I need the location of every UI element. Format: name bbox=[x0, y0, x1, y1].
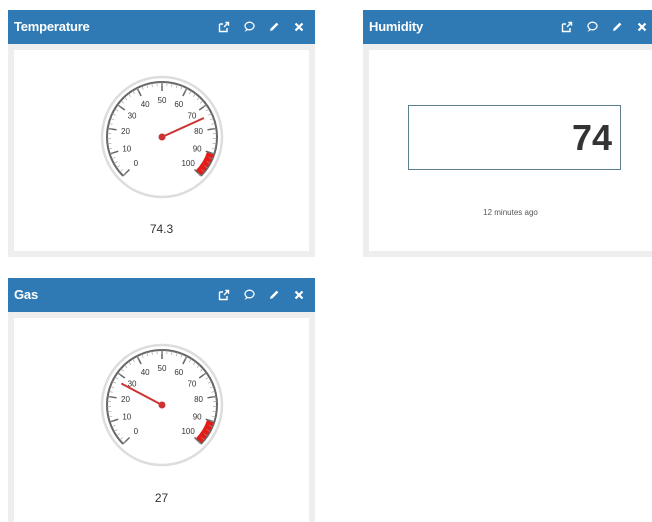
panel-header: Temperature bbox=[8, 10, 315, 44]
gauge-tick-label: 100 bbox=[181, 159, 195, 168]
gauge-hub bbox=[158, 401, 166, 409]
gauge-tick-label: 80 bbox=[194, 127, 203, 136]
gauge-tick-label: 50 bbox=[158, 96, 167, 105]
panel-body: 0 10 20 30 40 50 60 70 80 90 100 74.3 bbox=[14, 50, 309, 251]
comment-icon[interactable] bbox=[586, 21, 598, 33]
gauge-tick-label: 30 bbox=[128, 111, 137, 120]
gauge-tick-label: 80 bbox=[194, 395, 203, 404]
last-updated: 12 minutes ago bbox=[483, 208, 538, 217]
gauge-tick-label: 90 bbox=[193, 144, 202, 153]
panel-title: Temperature bbox=[14, 19, 90, 34]
temperature-gauge: 010 20 30 40 50 60 70 80 90 100 bbox=[100, 75, 224, 199]
panel-title: Humidity bbox=[369, 19, 424, 34]
gauge-tick-label: 0 bbox=[134, 159, 139, 168]
comment-icon[interactable] bbox=[243, 289, 255, 301]
gauge-tick-label: 70 bbox=[187, 379, 196, 388]
panel-toolbar bbox=[218, 278, 305, 312]
gauge-tick-label: 100 bbox=[181, 427, 195, 436]
temperature-panel: Temperature 0 10 20 30 40 50 60 70 80 90 100 74.3 bbox=[8, 10, 315, 257]
gauge-value: 74.3 bbox=[149, 222, 174, 236]
gauge-tick-label: 10 bbox=[122, 412, 131, 421]
external-link-icon[interactable] bbox=[218, 289, 230, 301]
gauge-tick-label: 0 bbox=[134, 427, 139, 436]
pencil-icon[interactable] bbox=[268, 289, 280, 301]
panel-header: Gas bbox=[8, 278, 315, 312]
comment-icon[interactable] bbox=[243, 21, 255, 33]
pencil-icon[interactable] bbox=[611, 21, 623, 33]
gauge-tick-label: 50 bbox=[158, 364, 167, 373]
humidity-value: 74 bbox=[571, 116, 612, 158]
close-icon[interactable] bbox=[293, 289, 305, 301]
external-link-icon[interactable] bbox=[561, 21, 573, 33]
humidity-display: 74 bbox=[408, 105, 621, 170]
gauge-tick-label: 60 bbox=[174, 100, 183, 109]
panel-toolbar bbox=[218, 10, 305, 44]
gauge-hub bbox=[158, 133, 166, 141]
close-icon[interactable] bbox=[636, 21, 648, 33]
gas-panel: Gas 0 10 20 30 40 50 60 70 80 90 100 27 bbox=[8, 278, 315, 522]
panel-body: 74 12 minutes ago bbox=[369, 50, 652, 251]
gauge-value: 27 bbox=[154, 491, 169, 505]
gauge-tick-label: 40 bbox=[141, 100, 150, 109]
gas-gauge: 010203040 50 60708090100 bbox=[100, 343, 224, 467]
close-icon[interactable] bbox=[293, 21, 305, 33]
humidity-panel: Humidity 74 12 minutes ago bbox=[363, 10, 652, 257]
gauge-tick-label: 40 bbox=[141, 368, 150, 377]
gauge-tick-label: 20 bbox=[121, 127, 130, 136]
gauge-tick-label: 60 bbox=[174, 368, 183, 377]
panel-title: Gas bbox=[14, 287, 38, 302]
panel-body: 0 10 20 30 40 50 60 70 80 90 100 27 bbox=[14, 318, 309, 522]
gauge-tick-label: 90 bbox=[193, 412, 202, 421]
panel-toolbar bbox=[561, 10, 648, 44]
gauge-tick-label: 10 bbox=[122, 144, 131, 153]
panel-header: Humidity bbox=[363, 10, 652, 44]
gauge-tick-label: 20 bbox=[121, 395, 130, 404]
pencil-icon[interactable] bbox=[268, 21, 280, 33]
external-link-icon[interactable] bbox=[218, 21, 230, 33]
gauge-tick-label: 70 bbox=[187, 111, 196, 120]
